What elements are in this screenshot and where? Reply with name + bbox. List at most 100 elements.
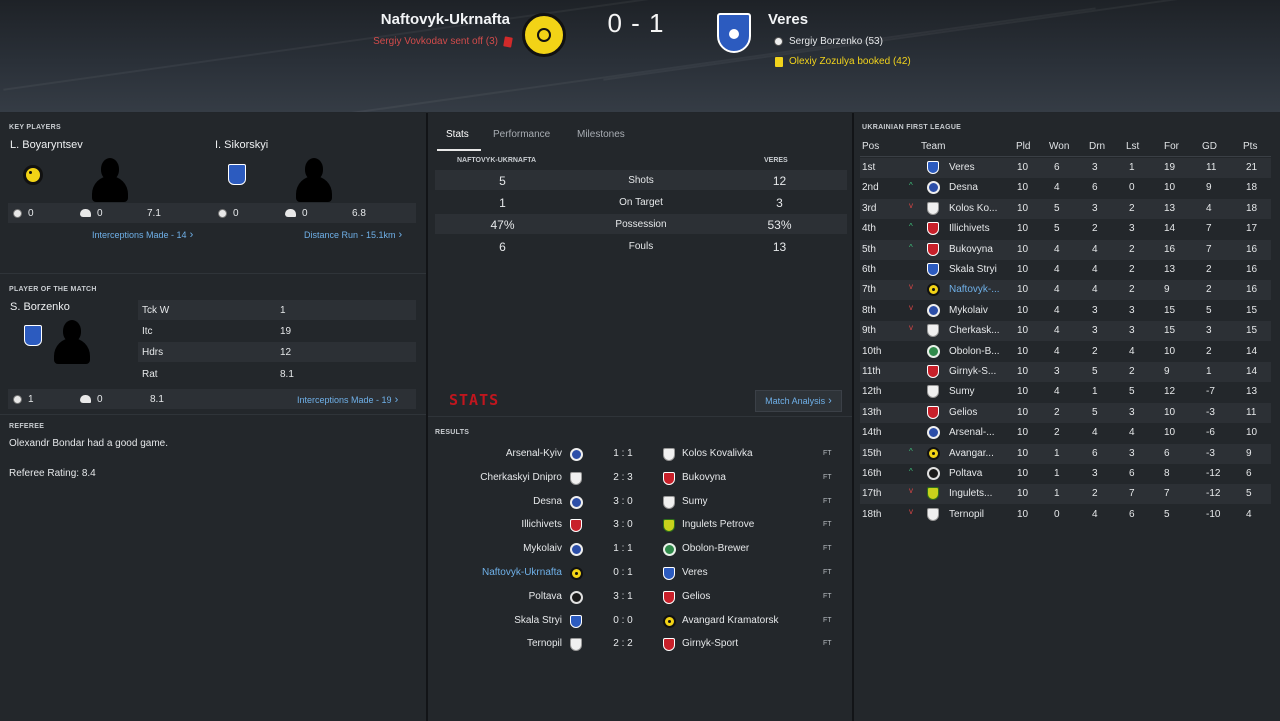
league-row[interactable]: 11th Girnyk-S... 10 3 5 2 9 1 14	[860, 362, 1271, 382]
league-header-pos[interactable]: Pos	[862, 141, 879, 152]
result-score[interactable]: 2 : 2	[598, 638, 648, 649]
result-home-team[interactable]: Mykolaiv	[435, 543, 562, 554]
result-away-team[interactable]: Ingulets Petrove	[682, 519, 754, 530]
league-pld: 10	[1017, 508, 1029, 520]
result-home-team[interactable]: Desna	[435, 496, 562, 507]
result-away-team[interactable]: Sumy	[682, 496, 708, 507]
league-team[interactable]: Arsenal-...	[949, 427, 995, 438]
league-header-lst[interactable]: Lst	[1126, 141, 1139, 152]
league-team[interactable]: Skala Stryi	[949, 264, 997, 275]
league-row[interactable]: 2nd ^ Desna 10 4 6 0 10 9 18	[860, 178, 1271, 198]
league-row[interactable]: 12th Sumy 10 4 1 5 12 -7 13	[860, 382, 1271, 402]
result-row[interactable]: Cherkaskyi Dnipro 2 : 3 Bukovyna FT	[435, 466, 847, 490]
league-row[interactable]: 6th Skala Stryi 10 4 4 2 13 2 16	[860, 260, 1271, 280]
league-row[interactable]: 7th v Naftovyk-... 10 4 4 2 9 2 16	[860, 280, 1271, 301]
league-row[interactable]: 17th v Ingulets... 10 1 2 7 7 -12 5	[860, 484, 1271, 505]
away-team-crest[interactable]	[717, 13, 751, 53]
result-score[interactable]: 0 : 0	[598, 615, 648, 626]
result-away-team[interactable]: Veres	[682, 567, 708, 578]
result-score[interactable]: 1 : 1	[598, 448, 648, 459]
result-row[interactable]: Illichivets 3 : 0 Ingulets Petrove FT	[435, 513, 847, 537]
result-home-team[interactable]: Skala Stryi	[435, 615, 562, 626]
kp2-highlight-link[interactable]: Distance Run - 15.1km ›	[304, 229, 402, 241]
league-header-won[interactable]: Won	[1049, 141, 1069, 152]
result-away-team[interactable]: Girnyk-Sport	[682, 638, 738, 649]
result-score[interactable]: 2 : 3	[598, 472, 648, 483]
league-row[interactable]: 3rd v Kolos Ko... 10 5 3 2 13 4 18	[860, 198, 1271, 219]
league-header-drn[interactable]: Drn	[1089, 141, 1105, 152]
league-team[interactable]: Naftovyk-...	[949, 284, 1000, 295]
result-score[interactable]: 1 : 1	[598, 543, 648, 554]
league-row[interactable]: 1st Veres 10 6 3 1 19 11 21	[860, 158, 1271, 178]
league-team[interactable]: Poltava	[949, 468, 982, 479]
result-home-team[interactable]: Poltava	[435, 591, 562, 602]
team-crest-icon	[927, 201, 939, 215]
tab-stats[interactable]: Stats	[446, 129, 469, 140]
league-row[interactable]: 8th v Mykolaiv 10 4 3 3 15 5 15	[860, 301, 1271, 321]
league-team[interactable]: Illichivets	[949, 223, 990, 234]
league-team[interactable]: Avangar...	[949, 448, 994, 459]
potm-stat-value: 12	[280, 346, 292, 358]
result-score[interactable]: 3 : 1	[598, 591, 648, 602]
league-header-for[interactable]: For	[1164, 141, 1179, 152]
league-header-team[interactable]: Team	[921, 141, 945, 152]
league-team[interactable]: Girnyk-S...	[949, 366, 996, 377]
league-header-pts[interactable]: Pts	[1243, 141, 1257, 152]
result-row[interactable]: Poltava 3 : 1 Gelios FT	[435, 585, 847, 609]
league-team[interactable]: Sumy	[949, 386, 975, 397]
league-team[interactable]: Obolon-B...	[949, 346, 1000, 357]
league-row[interactable]: 5th ^ Bukovyna 10 4 4 2 16 7 16	[860, 239, 1271, 260]
tab-performance[interactable]: Performance	[493, 129, 550, 140]
key-player-1-name[interactable]: L. Boyaryntsev	[10, 139, 83, 151]
result-home-team[interactable]: Ternopil	[435, 638, 562, 649]
result-row[interactable]: Skala Stryi 0 : 0 Avangard Kramatorsk FT	[435, 609, 847, 633]
result-row[interactable]: Ternopil 2 : 2 Girnyk-Sport FT	[435, 632, 847, 656]
league-row[interactable]: 18th v Ternopil 10 0 4 6 5 -10 4	[860, 505, 1271, 525]
league-row[interactable]: 13th Gelios 10 2 5 3 10 -3 11	[860, 402, 1271, 423]
away-team-name[interactable]: Veres	[768, 11, 808, 28]
result-away-team[interactable]: Kolos Kovalivka	[682, 448, 753, 459]
league-team[interactable]: Mykolaiv	[949, 305, 988, 316]
result-score[interactable]: 0 : 1	[598, 567, 648, 578]
team-crest-icon	[927, 467, 940, 480]
league-team[interactable]: Gelios	[949, 407, 977, 418]
home-team-name[interactable]: Naftovyk-Ukrnafta	[381, 11, 510, 28]
result-home-team[interactable]: Cherkaskyi Dnipro	[435, 472, 562, 483]
result-away-team[interactable]: Obolon-Brewer	[682, 543, 749, 554]
potm-highlight-link[interactable]: Interceptions Made - 19 ›	[297, 394, 398, 406]
result-row[interactable]: Arsenal-Kyiv 1 : 1 Kolos Kovalivka FT	[435, 442, 847, 466]
result-row[interactable]: Desna 3 : 0 Sumy FT	[435, 490, 847, 514]
result-score[interactable]: 3 : 0	[598, 496, 648, 507]
result-away-team[interactable]: Gelios	[682, 591, 710, 602]
league-team[interactable]: Veres	[949, 162, 975, 173]
league-team[interactable]: Ingulets...	[949, 488, 992, 499]
league-team[interactable]: Ternopil	[949, 509, 984, 520]
league-header-pld[interactable]: Pld	[1016, 141, 1030, 152]
league-row[interactable]: 14th Arsenal-... 10 2 4 4 10 -6 10	[860, 423, 1271, 443]
league-team[interactable]: Kolos Ko...	[949, 203, 997, 214]
league-team[interactable]: Desna	[949, 182, 978, 193]
league-row[interactable]: 16th ^ Poltava 10 1 3 6 8 -12 6	[860, 464, 1271, 484]
league-team[interactable]: Cherkask...	[949, 325, 1000, 336]
league-team[interactable]: Bukovyna	[949, 244, 993, 255]
result-row[interactable]: Naftovyk-Ukrnafta 0 : 1 Veres FT	[435, 561, 847, 585]
key-player-2-name[interactable]: I. Sikorskyi	[215, 139, 268, 151]
league-title: UKRAINIAN FIRST LEAGUE	[862, 124, 962, 131]
match-analysis-button[interactable]: Match Analysis ›	[755, 390, 842, 412]
league-row[interactable]: 9th v Cherkask... 10 4 3 3 15 3 15	[860, 321, 1271, 342]
result-home-team[interactable]: Illichivets	[435, 519, 562, 530]
kp1-highlight-link[interactable]: Interceptions Made - 14 ›	[92, 229, 193, 241]
result-home-team[interactable]: Naftovyk-Ukrnafta	[435, 567, 562, 578]
league-row[interactable]: 10th Obolon-B... 10 4 2 4 10 2 14	[860, 342, 1271, 362]
tab-milestones[interactable]: Milestones	[577, 129, 625, 140]
result-away-team[interactable]: Avangard Kramatorsk	[682, 615, 779, 626]
league-header-gd[interactable]: GD	[1202, 141, 1217, 152]
potm-name[interactable]: S. Borzenko	[10, 301, 70, 313]
result-row[interactable]: Mykolaiv 1 : 1 Obolon-Brewer FT	[435, 537, 847, 561]
result-away-team[interactable]: Bukovyna	[682, 472, 726, 483]
home-team-crest[interactable]	[522, 13, 566, 57]
league-row[interactable]: 15th ^ Avangar... 10 1 6 3 6 -3 9	[860, 443, 1271, 464]
result-score[interactable]: 3 : 0	[598, 519, 648, 530]
result-home-team[interactable]: Arsenal-Kyiv	[435, 448, 562, 459]
league-row[interactable]: 4th ^ Illichivets 10 5 2 3 14 7 17	[860, 219, 1271, 239]
